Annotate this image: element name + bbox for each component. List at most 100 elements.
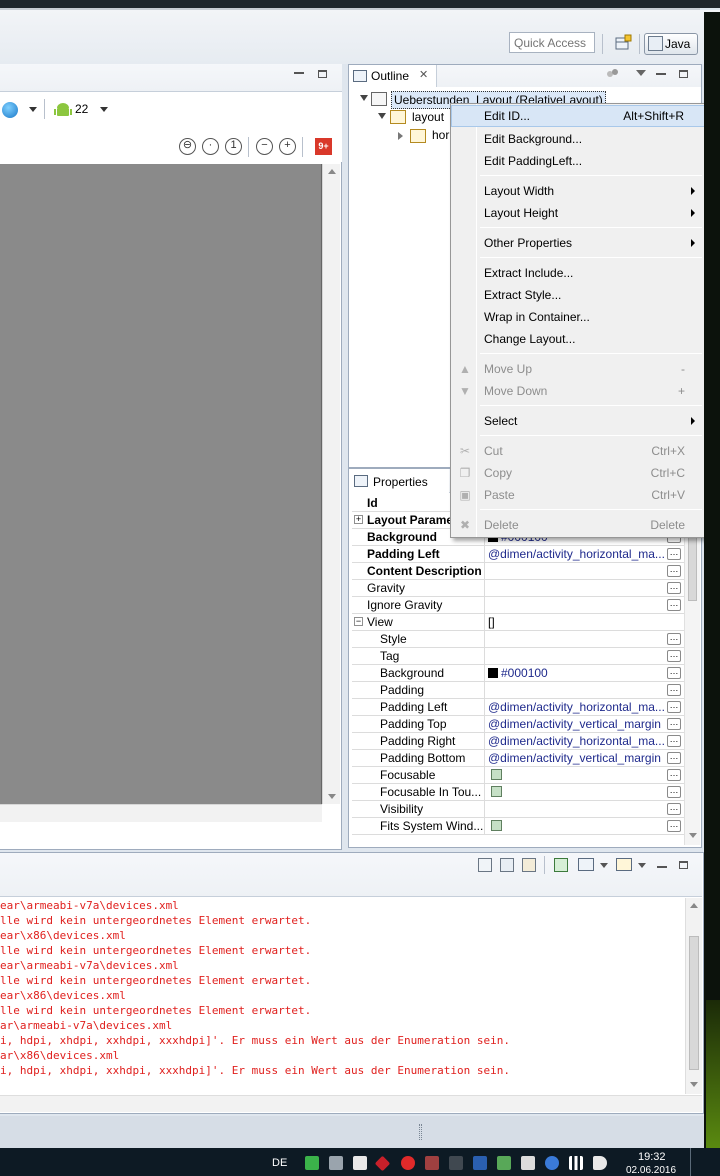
property-row[interactable]: Tag … xyxy=(352,648,684,665)
layout-preview-canvas[interactable] xyxy=(0,164,322,804)
outline-preview-icon[interactable] xyxy=(606,68,620,80)
signal-icon[interactable] xyxy=(569,1156,583,1170)
tray-windows-icon[interactable] xyxy=(353,1156,367,1170)
theme-dropdown-arrow-icon[interactable] xyxy=(29,107,37,112)
java-perspective-button[interactable]: Java xyxy=(644,33,698,55)
menu-item-layout-width[interactable]: Layout Width xyxy=(451,180,705,202)
property-value[interactable] xyxy=(488,784,666,800)
volume-icon[interactable] xyxy=(593,1156,607,1170)
property-edit-button[interactable]: … xyxy=(667,599,681,611)
property-value[interactable]: @dimen/activity_horizontal_ma... xyxy=(488,699,666,715)
outline-minimize-button[interactable] xyxy=(656,73,666,75)
open-console-dropdown-icon[interactable] xyxy=(638,863,646,868)
zoom-in-icon[interactable]: + xyxy=(279,138,296,155)
menu-item-move-down[interactable]: ▼ Move Down + xyxy=(451,380,705,402)
property-edit-button[interactable]: … xyxy=(667,718,681,730)
tray-virus-icon[interactable] xyxy=(401,1156,415,1170)
scroll-lock-icon[interactable] xyxy=(500,858,514,872)
tab-properties[interactable]: Properties xyxy=(349,469,449,493)
property-value[interactable] xyxy=(488,631,666,647)
property-edit-button[interactable]: … xyxy=(667,786,681,798)
tray-app-icon[interactable] xyxy=(473,1156,487,1170)
taskbar-time[interactable]: 19:32 xyxy=(638,1151,666,1163)
android-api-icon[interactable] xyxy=(54,101,72,122)
menu-item-copy[interactable]: ❐ Copy Ctrl+C xyxy=(451,462,705,484)
api-dropdown-arrow-icon[interactable] xyxy=(100,107,108,112)
lint-warnings-icon[interactable]: 9+ xyxy=(315,138,332,155)
property-edit-button[interactable]: … xyxy=(667,565,681,577)
menu-item-extract-include[interactable]: Extract Include... xyxy=(451,262,705,284)
menu-item-select[interactable]: Select xyxy=(451,410,705,432)
property-edit-button[interactable]: … xyxy=(667,548,681,560)
property-value[interactable]: @dimen/activity_vertical_margin xyxy=(488,716,666,732)
quick-access-input[interactable] xyxy=(509,32,595,53)
property-row[interactable]: Content Description … xyxy=(352,563,684,580)
collapse-icon[interactable] xyxy=(360,95,368,101)
editor-horizontal-scrollbar[interactable] xyxy=(0,804,322,822)
show-desktop-button[interactable] xyxy=(690,1148,691,1176)
property-value[interactable]: @dimen/activity_horizontal_ma... xyxy=(488,733,666,749)
clear-console-icon[interactable] xyxy=(478,858,492,872)
menu-item-delete[interactable]: ✖ Delete Delete xyxy=(451,514,705,536)
display-console-dropdown-icon[interactable] xyxy=(600,863,608,868)
property-row[interactable]: Focusable … xyxy=(352,767,684,784)
console-horizontal-scrollbar[interactable] xyxy=(0,1095,702,1112)
open-perspective-button[interactable] xyxy=(614,34,634,54)
menu-item-cut[interactable]: ✂ Cut Ctrl+X xyxy=(451,440,705,462)
scroll-up-icon[interactable] xyxy=(328,169,336,174)
tray-update-icon[interactable] xyxy=(497,1156,511,1170)
menu-item-wrap-in-container[interactable]: Wrap in Container... xyxy=(451,306,705,328)
property-value[interactable]: [] xyxy=(488,614,666,630)
theme-globe-icon[interactable] xyxy=(2,102,18,118)
property-value[interactable] xyxy=(488,818,666,834)
property-value[interactable]: #000100 xyxy=(488,665,666,681)
view-menu-icon[interactable] xyxy=(636,70,646,76)
tray-blocked-icon[interactable] xyxy=(425,1156,439,1170)
tray-display-icon[interactable] xyxy=(449,1156,463,1170)
bluetooth-icon[interactable] xyxy=(545,1156,559,1170)
scroll-up-icon[interactable] xyxy=(690,903,698,908)
scroll-down-icon[interactable] xyxy=(689,833,697,838)
menu-item-layout-height[interactable]: Layout Height xyxy=(451,202,705,224)
properties-vertical-scrollbar[interactable] xyxy=(684,495,700,845)
property-edit-button[interactable]: … xyxy=(667,650,681,662)
property-value[interactable] xyxy=(488,682,666,698)
zoom-out-icon[interactable]: − xyxy=(256,138,273,155)
menu-item-other-properties[interactable]: Other Properties xyxy=(451,232,705,254)
zoom-to-fit-icon[interactable]: ⊖ xyxy=(179,138,196,155)
property-row[interactable]: Ignore Gravity … xyxy=(352,597,684,614)
property-row[interactable]: − View [] xyxy=(352,614,684,631)
collapse-icon[interactable] xyxy=(378,113,386,119)
property-value[interactable]: @dimen/activity_vertical_margin xyxy=(488,750,666,766)
display-console-icon[interactable] xyxy=(578,858,594,871)
property-row[interactable]: Padding Top @dimen/activity_vertical_mar… xyxy=(352,716,684,733)
property-edit-button[interactable]: … xyxy=(667,701,681,713)
property-row[interactable]: Padding Right @dimen/activity_horizontal… xyxy=(352,733,684,750)
property-edit-button[interactable]: … xyxy=(667,582,681,594)
taskbar-date[interactable]: 02.06.2016 xyxy=(626,1165,676,1176)
property-edit-button[interactable]: … xyxy=(667,803,681,815)
property-row[interactable]: Fits System Wind... … xyxy=(352,818,684,835)
pin-console-icon[interactable] xyxy=(554,858,568,872)
property-row[interactable]: Padding Left @dimen/activity_horizontal_… xyxy=(352,546,684,563)
property-row[interactable]: Background #000100 … xyxy=(352,665,684,682)
status-bar-grip[interactable] xyxy=(419,1124,422,1140)
menu-item-extract-style[interactable]: Extract Style... xyxy=(451,284,705,306)
property-edit-button[interactable]: … xyxy=(667,735,681,747)
property-edit-button[interactable]: … xyxy=(667,769,681,781)
checkbox[interactable] xyxy=(491,769,502,780)
open-console-icon[interactable] xyxy=(616,858,632,871)
menu-item-edit-background[interactable]: Edit Background... xyxy=(451,128,705,150)
property-value[interactable] xyxy=(488,648,666,664)
property-row[interactable]: Padding Bottom @dimen/activity_vertical_… xyxy=(352,750,684,767)
word-wrap-icon[interactable] xyxy=(522,858,536,872)
console-maximize-button[interactable] xyxy=(679,861,688,869)
editor-vertical-scrollbar[interactable] xyxy=(322,164,340,804)
menu-item-edit-padding-left[interactable]: Edit PaddingLeft... xyxy=(451,150,705,172)
console-minimize-button[interactable] xyxy=(657,866,667,868)
outline-maximize-button[interactable] xyxy=(679,70,688,78)
property-edit-button[interactable]: … xyxy=(667,667,681,679)
property-row[interactable]: Visibility … xyxy=(352,801,684,818)
editor-maximize-button[interactable] xyxy=(318,70,327,78)
property-value[interactable] xyxy=(488,580,666,596)
